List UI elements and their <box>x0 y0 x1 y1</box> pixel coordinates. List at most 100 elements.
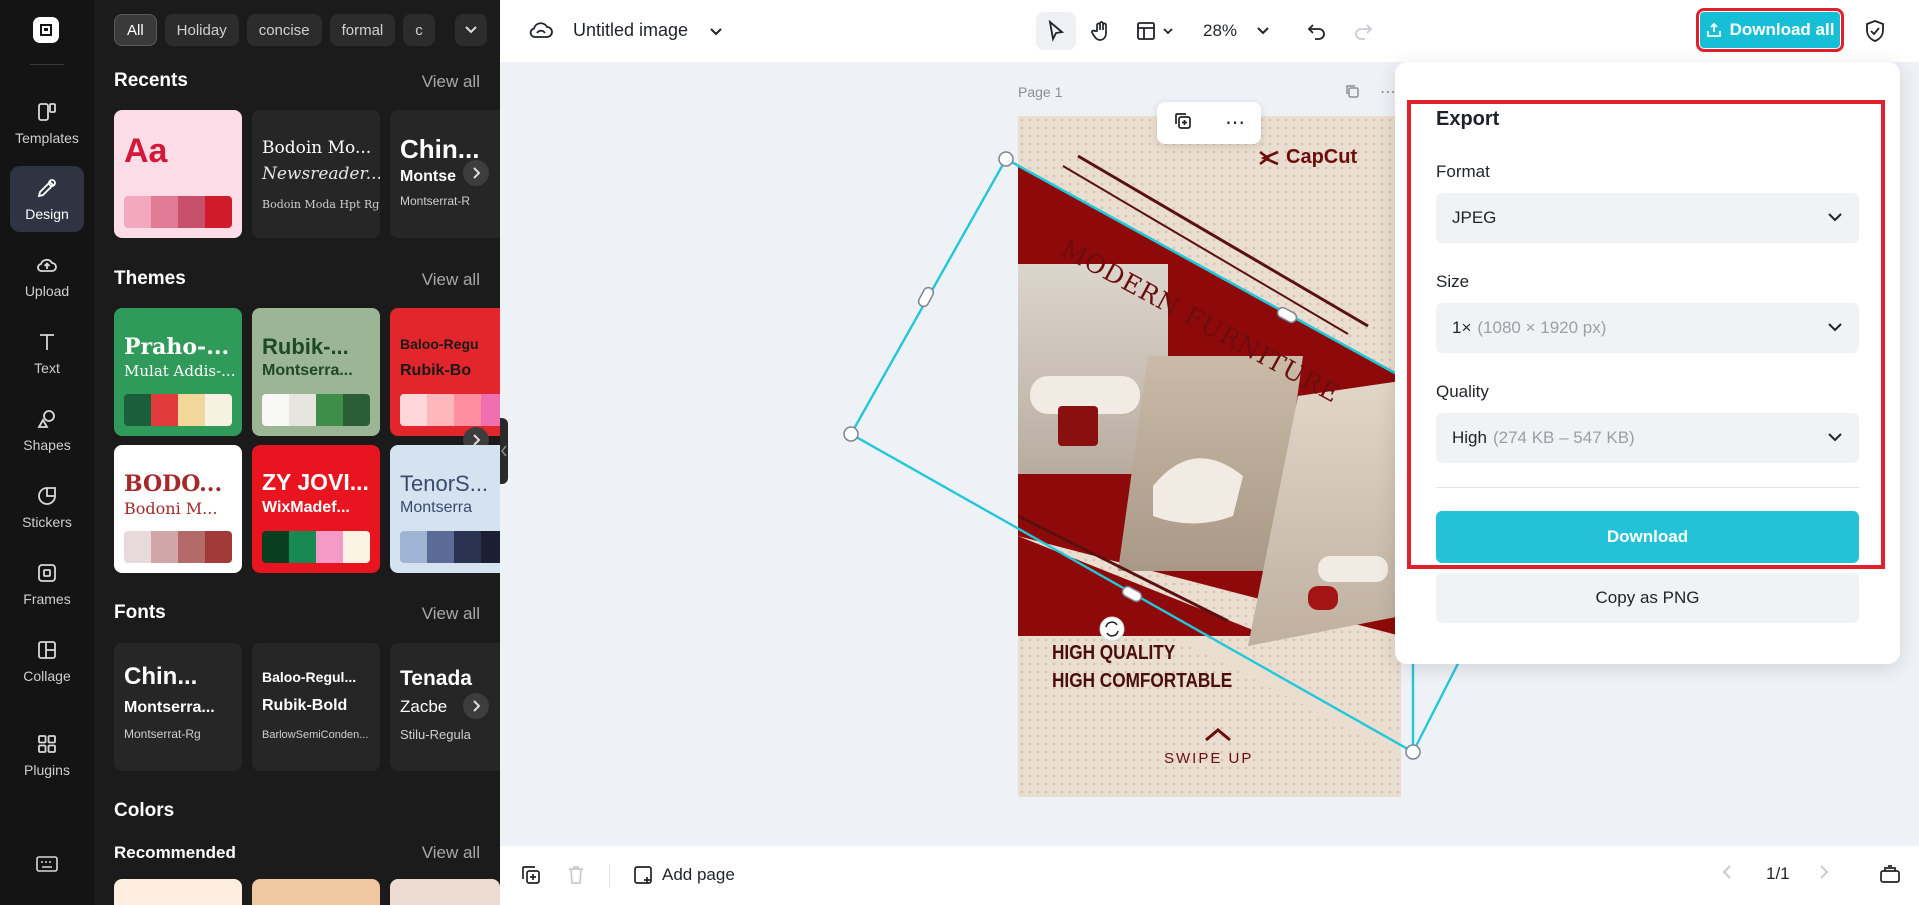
recent-card-aa[interactable]: Aa <box>114 110 242 238</box>
fonts-title: Fonts <box>114 602 166 623</box>
colors-view-all-link[interactable]: View all <box>422 843 480 863</box>
copy-as-png-button[interactable]: Copy as PNG <box>1436 573 1859 623</box>
color-swatches <box>262 394 370 426</box>
undo-button[interactable] <box>1300 12 1334 50</box>
redo-button[interactable] <box>1346 12 1380 50</box>
pages-panel-button[interactable] <box>1879 864 1901 884</box>
themes-view-all-link[interactable]: View all <box>422 270 480 290</box>
quality-detail: (274 KB – 547 KB) <box>1492 428 1635 447</box>
theme-card-baloo[interactable]: Baloo-Regu Rubik-Bo <box>390 308 500 436</box>
fonts-next-button[interactable] <box>463 693 489 719</box>
rail-item-label: Plugins <box>24 762 70 778</box>
recent-card-bodoni[interactable]: Bodoin Mo... Newsreader... Bodoin Moda H… <box>252 110 380 238</box>
duplicate-page-icon <box>522 866 540 884</box>
prev-page-button[interactable] <box>1721 864 1733 880</box>
rotate-handle-icon[interactable] <box>1101 617 1125 641</box>
chip-concise[interactable]: concise <box>246 14 322 46</box>
recommended-subtitle: Recommended <box>114 843 236 862</box>
more-options-icon[interactable]: ⋯ <box>1225 113 1245 133</box>
trash-icon <box>569 866 583 884</box>
rail-item-frames[interactable]: Frames <box>10 551 84 617</box>
title-dropdown-chevron-icon[interactable] <box>709 24 723 42</box>
chip-formal[interactable]: formal <box>329 14 396 46</box>
export-icon <box>1706 22 1721 37</box>
rail-item-design[interactable]: Design <box>10 166 84 232</box>
duplicate-page-icon[interactable] <box>1344 83 1360 104</box>
color-swatches <box>124 196 232 228</box>
theme-card-rubik[interactable]: Rubik-... Montserra... <box>252 308 380 436</box>
zoom-level[interactable]: 28% <box>1200 12 1240 50</box>
rail-item-text[interactable]: Text <box>10 320 84 386</box>
font-card-chin[interactable]: Chin... Montserra... Montserrat-Rg <box>114 643 242 771</box>
rail-item-label: Upload <box>24 283 70 299</box>
export-popover: Export Format JPEG Size 1× (1080 × 1920 … <box>1395 62 1900 664</box>
download-all-button[interactable]: Download all <box>1696 8 1844 52</box>
panel-collapse-handle[interactable] <box>500 418 508 484</box>
poster-line-2: HIGH COMFORTABLE <box>1052 670 1233 692</box>
select-tool-button[interactable] <box>1036 12 1076 50</box>
chips-expand-button[interactable] <box>455 14 487 46</box>
hand-tool-button[interactable] <box>1082 12 1120 50</box>
colors-title: Colors <box>114 800 175 821</box>
color-card[interactable] <box>390 879 500 905</box>
top-bar: Untitled image 28% Download all <box>500 0 1919 62</box>
rail-item-plugins[interactable]: Plugins <box>10 722 84 788</box>
theme-card-zy-jovi[interactable]: ZY JOVI... WixMadef... <box>252 445 380 573</box>
recents-next-button[interactable] <box>463 160 489 186</box>
rail-item-stickers[interactable]: Stickers <box>10 474 84 540</box>
rail-item-shapes[interactable]: Shapes <box>10 397 84 463</box>
recents-title: Recents <box>114 70 188 91</box>
left-rail: Templates Design Upload Text Shapes Stic… <box>0 0 94 905</box>
chip-all[interactable]: All <box>114 14 157 46</box>
format-select[interactable]: JPEG <box>1436 193 1859 243</box>
delete-page-button[interactable] <box>566 864 586 886</box>
color-card[interactable] <box>114 879 242 905</box>
font-card-baloo[interactable]: Baloo-Regul... Rubik-Bold BarlowSemiCond… <box>252 643 380 771</box>
quality-select[interactable]: High (274 KB – 547 KB) <box>1436 413 1859 463</box>
cloud-save-icon[interactable] <box>528 20 554 45</box>
chevron-left-icon <box>1722 865 1731 879</box>
duplicate-icon[interactable] <box>1173 111 1193 136</box>
pages-panel-icon <box>1880 865 1900 883</box>
color-card[interactable] <box>252 879 380 905</box>
capcut-logo-icon[interactable] <box>33 17 59 43</box>
theme-card-tenor[interactable]: TenorS... Montserra <box>390 445 500 573</box>
theme-card-praho[interactable]: Praho-... Mulat Addis-... <box>114 308 242 436</box>
layout-menu-button[interactable] <box>1130 12 1180 50</box>
rail-item-collage[interactable]: Collage <box>10 628 84 694</box>
shield-check-icon[interactable] <box>1864 19 1886 48</box>
shapes-icon <box>37 410 55 428</box>
rail-item-label: Stickers <box>22 514 72 530</box>
keyboard-shortcuts-icon[interactable] <box>36 855 58 878</box>
poster-swipe-text: SWIPE UP <box>1164 750 1254 767</box>
chip-truncated[interactable]: c <box>403 14 435 46</box>
hand-icon <box>1091 21 1107 41</box>
theme-card-bodoni[interactable]: BODO... Bodoni M... <box>114 445 242 573</box>
fonts-view-all-link[interactable]: View all <box>422 604 480 624</box>
undo-icon <box>1307 24 1325 40</box>
design-icon <box>37 179 56 198</box>
zoom-dropdown-chevron-icon[interactable] <box>1252 12 1274 50</box>
chevron-down-icon <box>465 26 477 34</box>
download-button[interactable]: Download <box>1436 511 1859 563</box>
format-label: Format <box>1436 162 1490 181</box>
add-page-button[interactable]: Add page <box>632 864 735 886</box>
page-more-icon[interactable]: ⋯ <box>1380 82 1396 102</box>
bottom-bar: Add page 1/1 <box>500 846 1919 905</box>
duplicate-page-button[interactable] <box>520 864 542 886</box>
size-value: 1× <box>1452 318 1472 337</box>
document-title[interactable]: Untitled image <box>573 20 688 41</box>
rail-item-templates[interactable]: Templates <box>10 90 84 156</box>
rail-item-label: Design <box>25 206 69 222</box>
collage-icon <box>38 641 56 659</box>
chip-holiday[interactable]: Holiday <box>164 14 239 46</box>
size-detail: (1080 × 1920 px) <box>1477 318 1607 337</box>
size-select[interactable]: 1× (1080 × 1920 px) <box>1436 303 1859 353</box>
color-swatches <box>400 394 500 426</box>
recents-view-all-link[interactable]: View all <box>422 72 480 92</box>
recents-row: Aa Bodoin Mo... Newsreader... Bodoin Mod… <box>114 110 500 238</box>
poster-canvas[interactable]: CapCut MODERN FURNITURE HIGH QUALITY HIG… <box>1018 116 1401 797</box>
next-page-button[interactable] <box>1818 864 1830 880</box>
color-swatches <box>262 531 370 563</box>
rail-item-upload[interactable]: Upload <box>10 243 84 309</box>
